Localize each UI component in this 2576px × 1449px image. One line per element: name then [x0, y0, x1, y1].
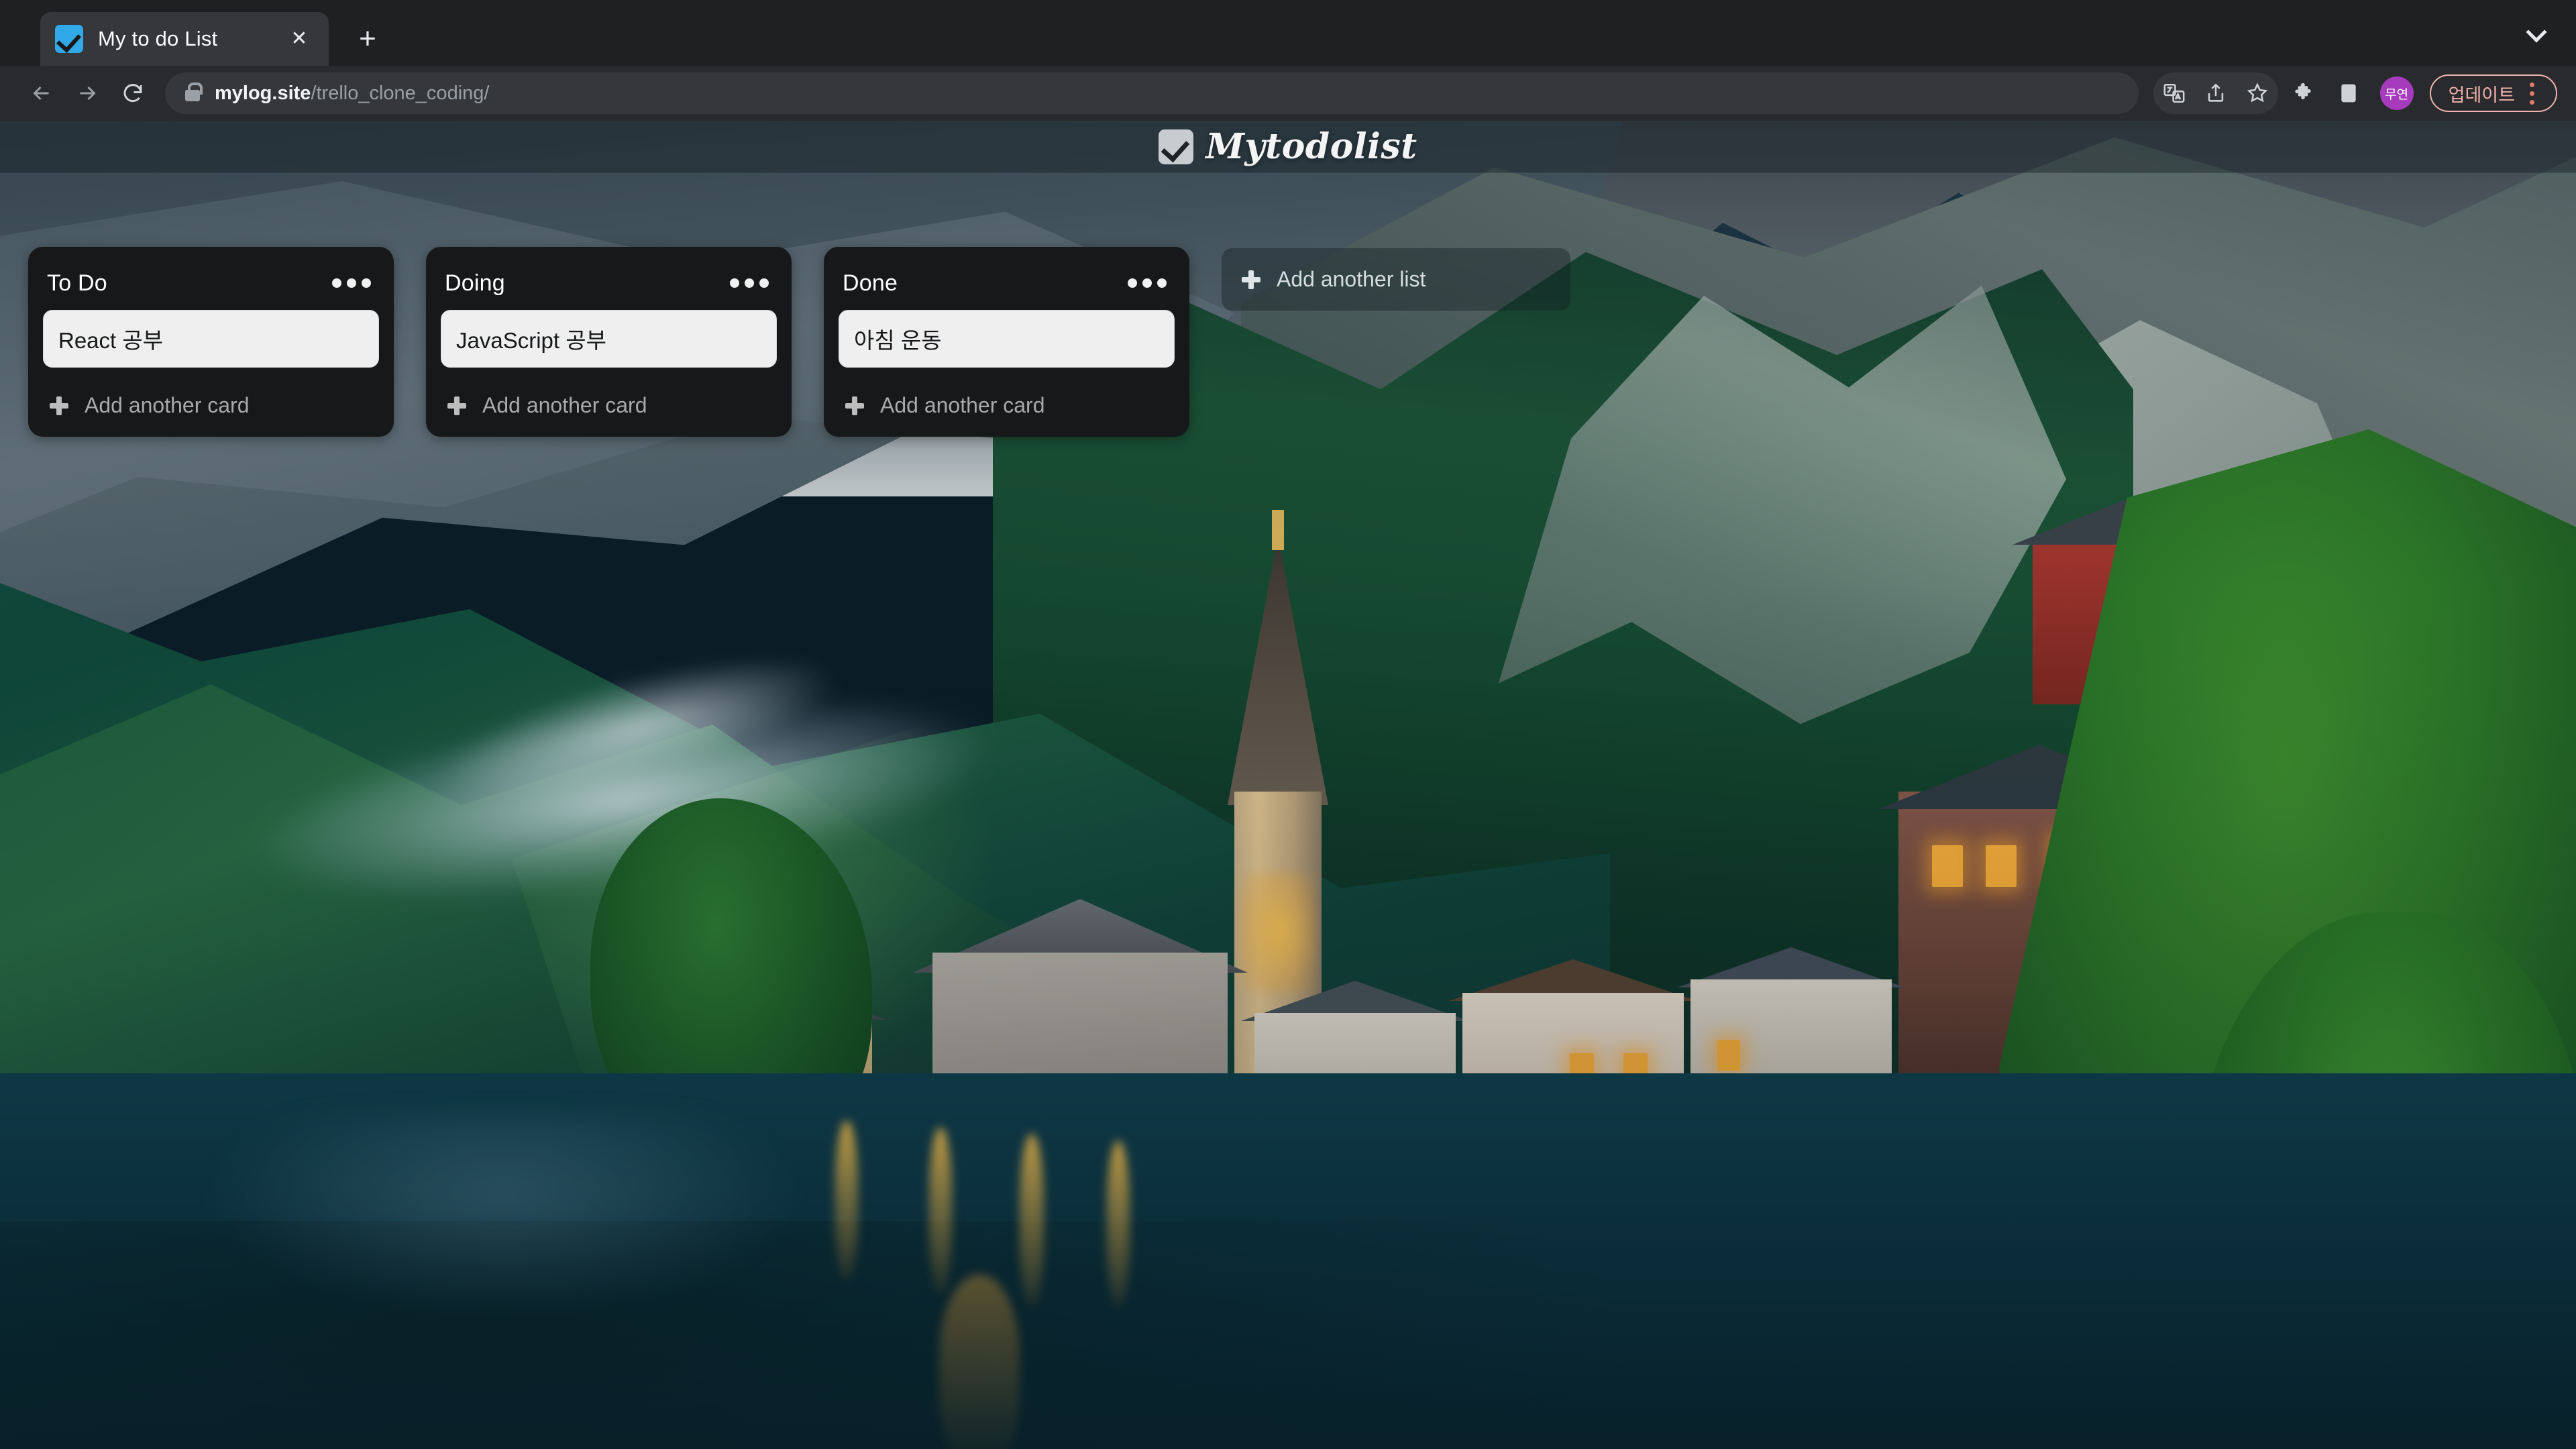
reload-icon[interactable] [110, 70, 156, 116]
add-another-list-button[interactable]: Add another list [1222, 248, 1570, 311]
plus-icon [50, 396, 68, 415]
add-another-card-label: Add another card [880, 393, 1045, 417]
card-container: React 공부 [43, 310, 379, 368]
back-arrow-icon[interactable] [19, 70, 64, 116]
list-card[interactable]: JavaScript 공부 [441, 310, 777, 368]
list-header: To Do [43, 264, 379, 301]
board-list-doing: Doing JavaScript 공부 Add another card [426, 247, 792, 437]
add-another-list-label: Add another list [1277, 267, 1426, 291]
update-button-label: 업데이트 [2448, 85, 2515, 105]
add-another-card-button[interactable]: Add another card [839, 390, 1175, 419]
browser-tab-my-to-do-list[interactable]: My to do List ✕ [40, 12, 329, 66]
add-another-card-button[interactable]: Add another card [441, 390, 777, 419]
list-card[interactable]: React 공부 [43, 310, 379, 368]
new-tab-button[interactable]: + [349, 20, 386, 58]
omnibox-action-cluster [2153, 72, 2278, 114]
app-title: Mytodolist [1205, 126, 1417, 167]
add-another-card-label: Add another card [482, 393, 647, 417]
list-options-icon[interactable] [329, 272, 374, 294]
plus-icon [845, 396, 864, 415]
list-header: Done [839, 264, 1175, 301]
browser-window: My to do List ✕ + mylog.site/trello_clon… [0, 0, 2576, 1449]
list-title: Done [843, 270, 898, 296]
side-panel-icon[interactable] [2328, 72, 2369, 114]
close-icon[interactable]: ✕ [284, 24, 314, 54]
url-host: mylog.site [215, 82, 311, 104]
board-list-to-do: To Do React 공부 Add another card [28, 247, 394, 437]
checkbox-favicon-icon [55, 25, 83, 53]
checkbox-logo-icon [1159, 129, 1194, 164]
url-path: /trello_clone_coding/ [311, 82, 490, 104]
forward-arrow-icon[interactable] [64, 70, 110, 116]
card-container: JavaScript 공부 [441, 310, 777, 368]
profile-avatar[interactable]: 무연 [2379, 76, 2414, 110]
update-button[interactable]: 업데이트 [2429, 74, 2557, 112]
browser-toolbar: mylog.site/trello_clone_coding/ 무연 업데이트 [0, 66, 2576, 121]
app-logo: Mytodolist [1159, 126, 1417, 167]
address-bar[interactable]: mylog.site/trello_clone_coding/ [165, 72, 2139, 114]
list-title: To Do [47, 270, 107, 296]
board-list-done: Done 아침 운동 Add another card [824, 247, 1189, 437]
trello-board: To Do React 공부 Add another card Doing Ja… [0, 247, 2576, 437]
card-container: 아침 운동 [839, 310, 1175, 368]
page-viewport: Mytodolist To Do React 공부 Add another ca… [0, 121, 2576, 1449]
share-icon[interactable] [2195, 72, 2237, 114]
extensions-puzzle-icon[interactable] [2282, 72, 2324, 114]
translate-icon[interactable] [2153, 72, 2195, 114]
list-card[interactable]: 아침 운동 [839, 310, 1175, 368]
tab-strip: My to do List ✕ + [0, 0, 2576, 66]
tab-title: My to do List [98, 27, 218, 50]
list-options-icon[interactable] [727, 272, 771, 294]
toolbar-right-cluster: 무연 업데이트 [2153, 72, 2557, 114]
lock-icon [185, 82, 203, 101]
three-dot-menu-icon[interactable] [2530, 82, 2534, 105]
list-title: Doing [445, 270, 505, 296]
add-another-card-button[interactable]: Add another card [43, 390, 379, 419]
app-header: Mytodolist [0, 121, 2576, 173]
plus-icon [447, 396, 466, 415]
add-another-card-label: Add another card [85, 393, 250, 417]
url-text: mylog.site/trello_clone_coding/ [215, 83, 489, 105]
list-options-icon[interactable] [1125, 272, 1169, 294]
bookmark-star-icon[interactable] [2237, 72, 2278, 114]
plus-icon [1242, 270, 1260, 289]
chevron-down-icon[interactable] [2520, 20, 2553, 54]
list-header: Doing [441, 264, 777, 301]
